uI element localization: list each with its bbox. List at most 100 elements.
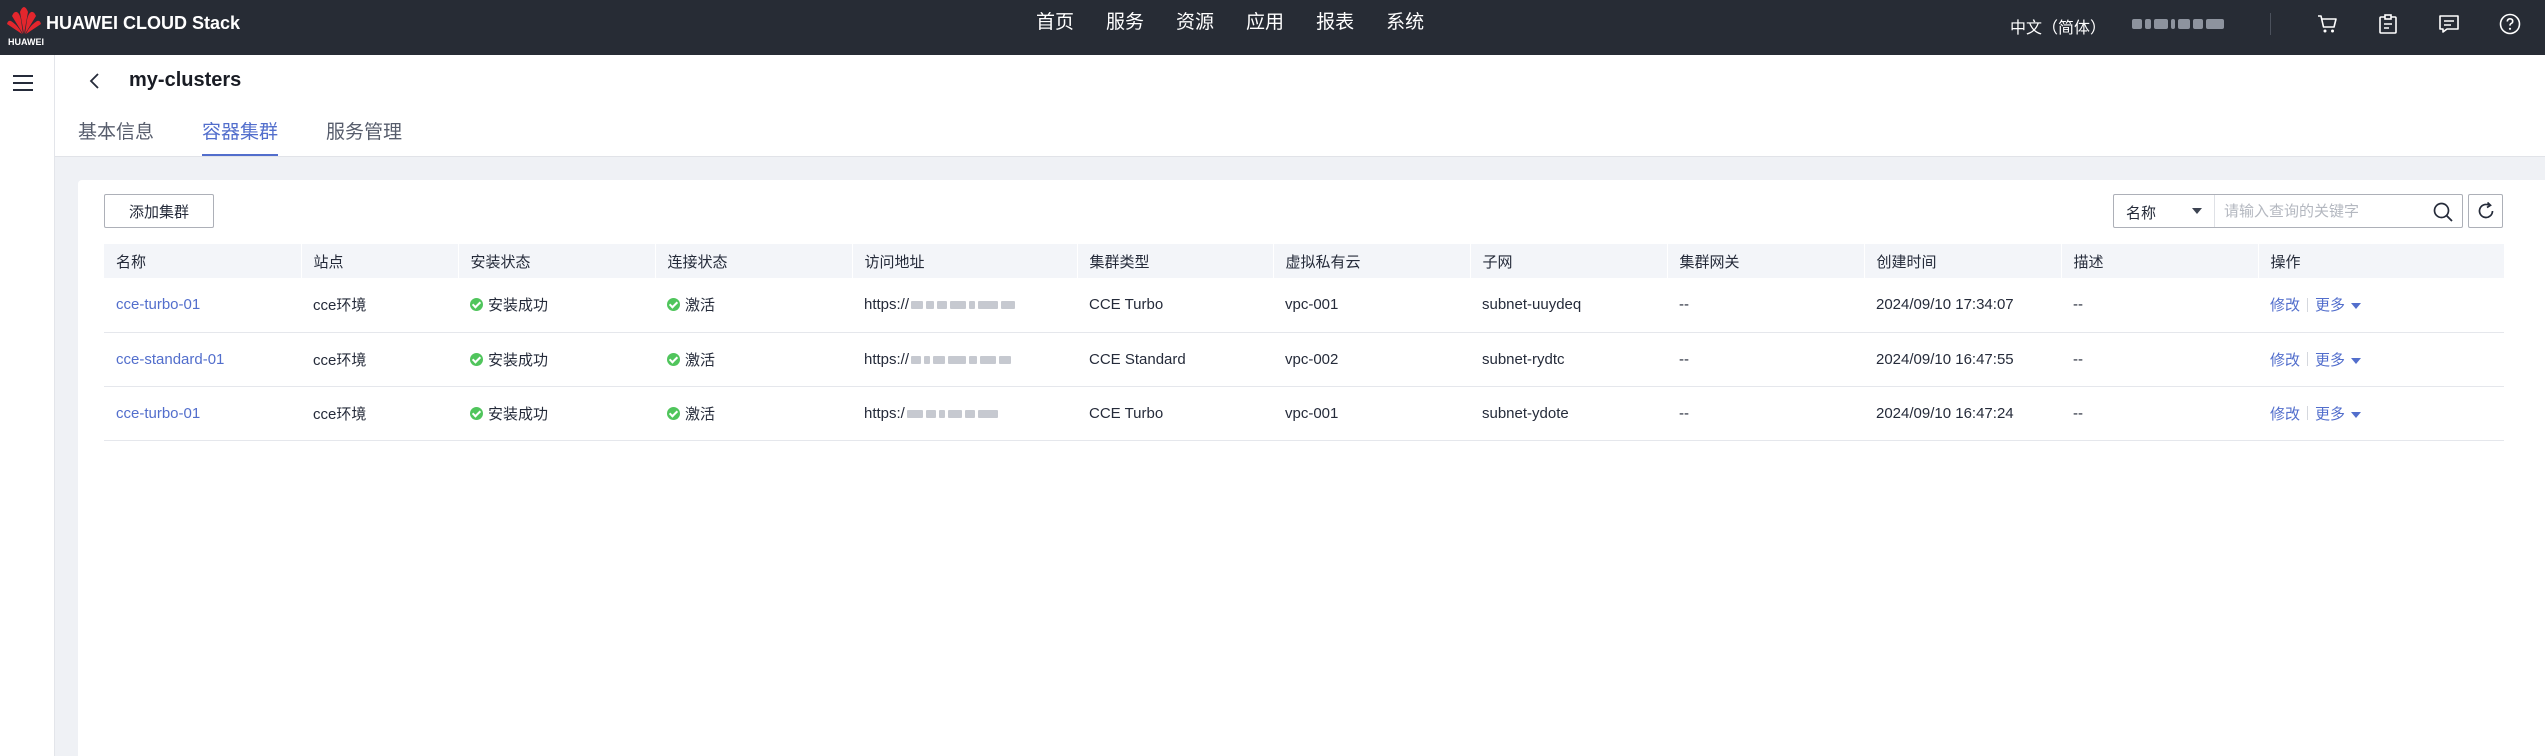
language-selector[interactable]: 中文（简体） <box>2010 14 2106 38</box>
divider <box>2307 297 2309 312</box>
divider <box>2270 13 2271 35</box>
vpc-cell: vpc-001 <box>1285 404 1339 422</box>
cluster-type-cell: CCE Standard <box>1089 350 1186 368</box>
connect-status: 激活 <box>685 351 716 369</box>
created-time-cell: 2024/09/10 16:47:24 <box>1876 404 2014 422</box>
column-header-cluster-type: 集群类型 <box>1077 244 1274 278</box>
created-time-cell: 2024/09/10 17:34:07 <box>1876 296 2014 314</box>
search-box: 名称 <box>2113 194 2463 228</box>
gateway-cell: -- <box>1679 296 1689 314</box>
site-cell: cce环境 <box>313 297 367 315</box>
column-header-description: 描述 <box>2061 244 2259 278</box>
gateway-cell: -- <box>1679 404 1689 422</box>
description-cell: -- <box>2073 350 2083 368</box>
subnet-cell: subnet-rydtc <box>1482 350 1565 368</box>
table-row: cce-turbo-01 cce环境 安装成功 激活 https:// CCE … <box>104 278 2504 332</box>
masked-address <box>906 409 998 418</box>
huawei-logo: HUAWEI <box>6 6 44 47</box>
more-dropdown[interactable]: 更多 <box>2315 294 2362 315</box>
column-header-install-status: 安装状态 <box>458 244 656 278</box>
edit-link[interactable]: 修改 <box>2270 349 2300 370</box>
column-header-created: 创建时间 <box>1864 244 2062 278</box>
site-cell: cce环境 <box>313 351 367 369</box>
table-row: cce-turbo-01 cce环境 安装成功 激活 https:/ CCE T… <box>104 386 2504 440</box>
huawei-flower-icon <box>7 7 41 34</box>
more-label: 更多 <box>2315 405 2346 423</box>
refresh-button[interactable] <box>2468 194 2503 228</box>
vpc-cell: vpc-001 <box>1285 296 1339 314</box>
masked-address <box>911 355 1012 364</box>
chevron-down-icon <box>2192 208 2202 214</box>
brand-name[interactable]: HUAWEI CLOUD Stack <box>46 13 240 34</box>
divider <box>2307 406 2309 420</box>
column-header-name: 名称 <box>104 244 302 278</box>
tab-container-clusters[interactable]: 容器集群 <box>202 117 279 156</box>
description-cell: -- <box>2073 296 2083 314</box>
caret-down-icon <box>2351 303 2362 310</box>
vpc-cell: vpc-002 <box>1285 350 1339 368</box>
tab-service-management[interactable]: 服务管理 <box>326 117 402 156</box>
nav-applications[interactable]: 应用 <box>1246 0 1284 55</box>
nav-reports[interactable]: 报表 <box>1316 0 1354 55</box>
cart-icon[interactable] <box>2316 12 2340 36</box>
search-field-label: 名称 <box>2126 205 2157 222</box>
top-nav: 首页 服务 资源 应用 报表 系统 <box>1036 0 1456 55</box>
sidebar <box>0 55 55 756</box>
check-circle-icon <box>470 352 483 366</box>
check-circle-icon <box>470 406 483 420</box>
more-dropdown[interactable]: 更多 <box>2315 403 2362 424</box>
caret-down-icon <box>2351 411 2362 418</box>
message-icon[interactable] <box>2437 12 2461 36</box>
cluster-name-link[interactable]: cce-turbo-01 <box>116 405 200 422</box>
nav-system[interactable]: 系统 <box>1386 0 1424 55</box>
table-header-row: 名称 站点 安装状态 连接状态 访问地址 集群类型 虚拟私有云 子网 集群网关 … <box>104 244 2505 278</box>
cluster-panel: 添加集群 名称 名称 站点 安装状态 连接状态 <box>78 180 2545 756</box>
tab-basic-info[interactable]: 基本信息 <box>78 117 154 156</box>
caret-down-icon <box>2351 357 2362 364</box>
more-label: 更多 <box>2315 297 2346 315</box>
help-icon[interactable] <box>2498 12 2522 36</box>
search-icon[interactable] <box>2432 201 2454 223</box>
back-arrow-icon[interactable] <box>85 70 105 92</box>
divider <box>2307 352 2309 366</box>
subnet-cell: subnet-ydote <box>1482 404 1569 422</box>
clipboard-icon[interactable] <box>2376 12 2400 36</box>
column-header-actions: 操作 <box>2258 244 2505 278</box>
column-header-subnet: 子网 <box>1470 244 1668 278</box>
site-cell: cce环境 <box>313 405 367 423</box>
column-header-site: 站点 <box>301 244 459 278</box>
nav-home[interactable]: 首页 <box>1036 0 1074 55</box>
description-cell: -- <box>2073 404 2083 422</box>
search-field-select[interactable]: 名称 <box>2114 195 2215 227</box>
nav-resources[interactable]: 资源 <box>1176 0 1214 55</box>
nav-services[interactable]: 服务 <box>1106 0 1144 55</box>
edit-link[interactable]: 修改 <box>2270 403 2300 424</box>
cluster-type-cell: CCE Turbo <box>1089 404 1164 422</box>
refresh-icon <box>2478 201 2494 219</box>
edit-link[interactable]: 修改 <box>2270 294 2300 315</box>
column-header-address: 访问地址 <box>852 244 1078 278</box>
tab-bar: 基本信息 容器集群 服务管理 <box>78 117 450 156</box>
column-header-gateway: 集群网关 <box>1667 244 1865 278</box>
more-dropdown[interactable]: 更多 <box>2315 349 2362 370</box>
address-prefix: https:// <box>864 350 910 368</box>
top-bar: HUAWEI HUAWEI CLOUD Stack 首页 服务 资源 应用 报表… <box>0 0 2545 55</box>
column-header-connect-status: 连接状态 <box>655 244 853 278</box>
page-title: my-clusters <box>129 69 242 91</box>
cluster-name-link[interactable]: cce-turbo-01 <box>116 296 200 313</box>
address-prefix: https:/ <box>864 404 905 422</box>
masked-address <box>911 301 1016 310</box>
add-cluster-button[interactable]: 添加集群 <box>104 194 214 228</box>
cluster-name-link[interactable]: cce-standard-01 <box>116 351 224 368</box>
cluster-type-cell: CCE Turbo <box>1089 296 1164 314</box>
search-input[interactable] <box>2224 196 2424 226</box>
more-label: 更多 <box>2315 351 2346 369</box>
address-prefix: https:// <box>864 296 910 314</box>
user-account-masked[interactable] <box>2132 17 2232 31</box>
table-row: cce-standard-01 cce环境 安装成功 激活 https:// C… <box>104 332 2504 386</box>
hamburger-menu-icon[interactable] <box>11 71 35 95</box>
created-time-cell: 2024/09/10 16:47:55 <box>1876 350 2014 368</box>
install-status: 安装成功 <box>488 297 549 315</box>
column-header-vpc: 虚拟私有云 <box>1273 244 1471 278</box>
cluster-table: 名称 站点 安装状态 连接状态 访问地址 集群类型 虚拟私有云 子网 集群网关 … <box>104 244 2505 441</box>
